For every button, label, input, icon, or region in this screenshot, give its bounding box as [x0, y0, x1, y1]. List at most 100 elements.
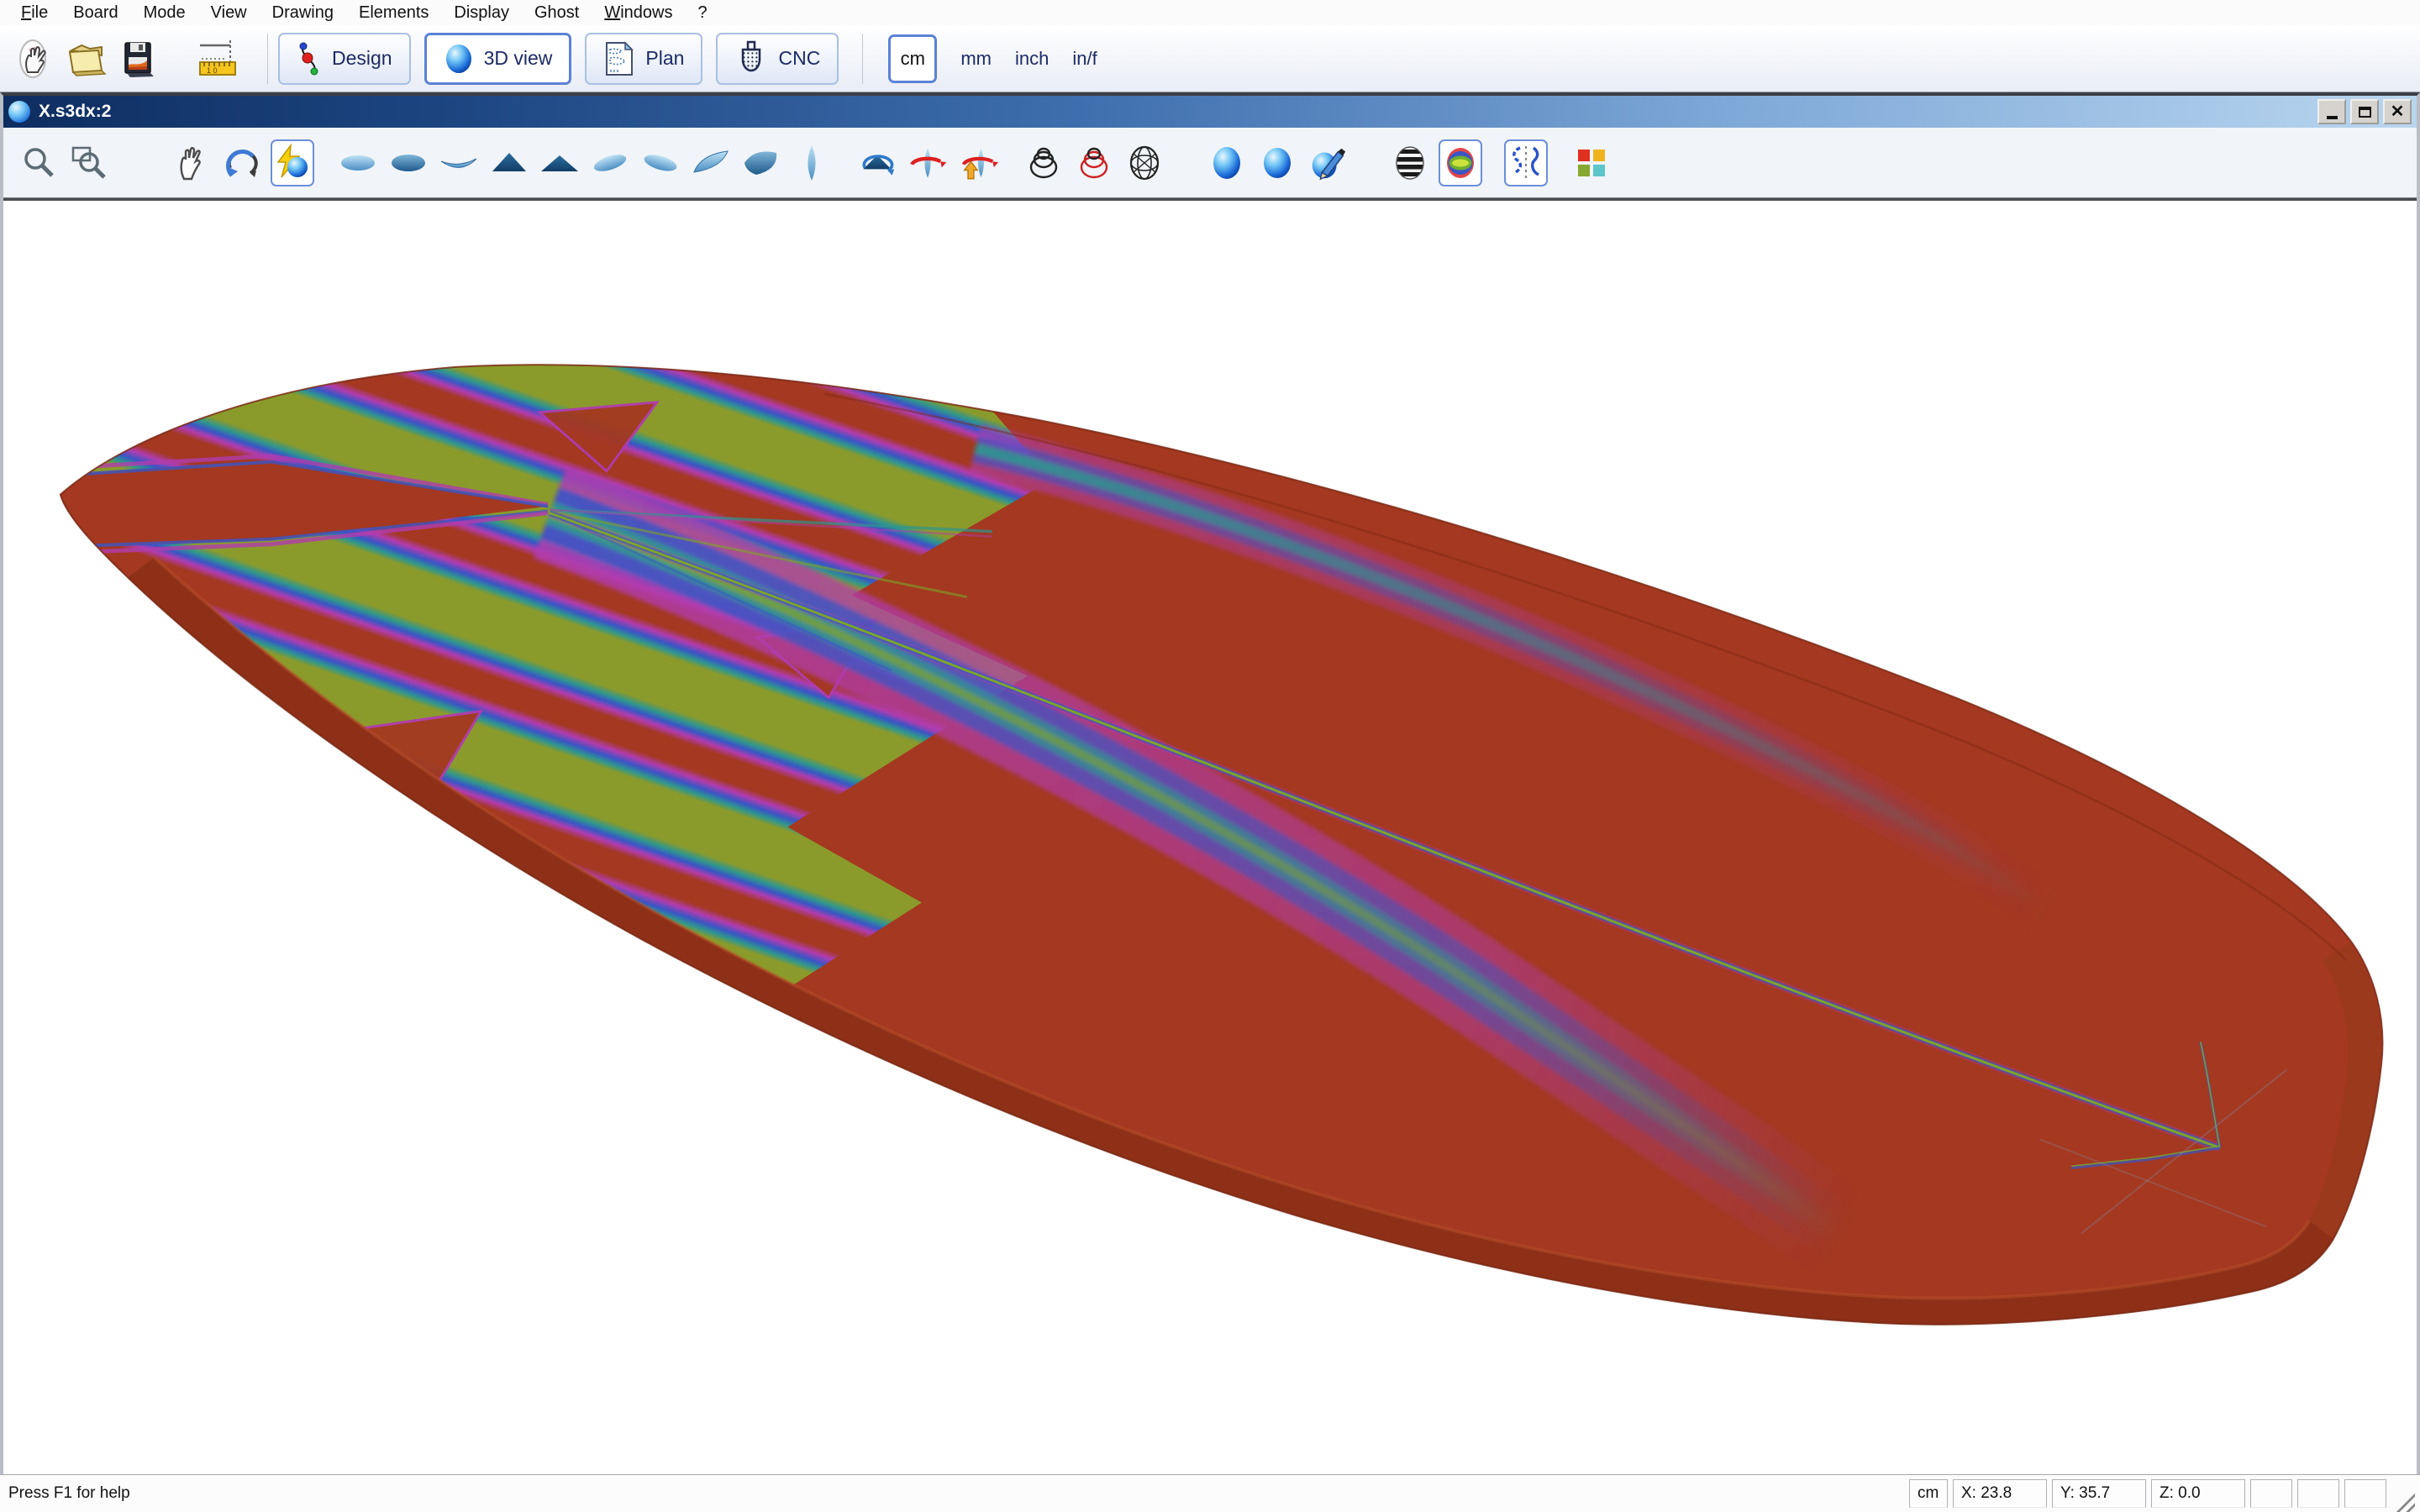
minimize-icon — [2327, 116, 2338, 119]
viewport-3d[interactable] — [3, 198, 2417, 1474]
status-x-coordinate: X: 23.8 — [1953, 1479, 2047, 1508]
status-y-coordinate: Y: 35.7 — [2052, 1479, 2146, 1508]
side-view[interactable] — [437, 139, 481, 186]
status-unit: cm — [1909, 1479, 1948, 1508]
status-pane-empty — [2297, 1479, 2339, 1508]
side-view-icon — [439, 144, 479, 181]
rotate-push-tool[interactable] — [956, 139, 1000, 186]
status-y-value: Y: 35.7 — [2060, 1484, 2110, 1503]
maximize-icon — [2359, 107, 2371, 118]
application-window: File Board Mode View Drawing Elements Di… — [0, 0, 2420, 1512]
back-view[interactable] — [538, 139, 581, 186]
menu-elements[interactable]: Elements — [346, 3, 441, 23]
tilt-top-view[interactable] — [588, 139, 632, 186]
render-solid-mode[interactable] — [1255, 139, 1299, 186]
save-button[interactable] — [113, 32, 165, 86]
plan-sheet-icon — [603, 39, 635, 78]
back-view-icon — [539, 144, 580, 181]
plan-mode-button[interactable]: Plan — [585, 33, 702, 85]
bottom-view-icon — [388, 144, 429, 181]
document-icon — [8, 101, 30, 123]
dimensions-button[interactable]: 1 0 — [193, 32, 245, 86]
perspective-b-icon — [741, 144, 781, 181]
status-bar: Press F1 for help cm X: 23.8 Y: 35.7 Z: … — [0, 1474, 2420, 1512]
svg-text:1 0: 1 0 — [207, 66, 218, 75]
design-mode-button[interactable]: Design — [278, 33, 411, 85]
zebra-stripes-mode[interactable] — [1388, 139, 1432, 186]
wireframe-contours-icon — [1075, 143, 1113, 183]
zoom-window-icon — [69, 144, 109, 182]
main-toolbar: 1 0 Design 3D view — [0, 25, 2420, 92]
menu-windows[interactable]: Windows — [592, 3, 685, 23]
status-pane-empty — [2250, 1479, 2292, 1508]
flow-lines-mode[interactable] — [1504, 139, 1548, 186]
top-view[interactable] — [336, 139, 380, 186]
unit-inf[interactable]: in/f — [1072, 48, 1097, 70]
render-smooth-mode[interactable] — [1205, 139, 1249, 186]
unit-selector: cm mm inch in/f — [888, 34, 1097, 83]
resize-grip[interactable] — [2393, 1490, 2415, 1512]
cnc-mode-button[interactable]: CNC — [716, 33, 839, 85]
lighting-tool[interactable] — [271, 139, 314, 186]
menu-file[interactable]: File — [8, 3, 60, 23]
top-view-icon — [338, 144, 378, 181]
document-window: X.s3dx:2 ✕ — [0, 92, 2420, 1474]
render-smooth-icon — [1207, 143, 1246, 183]
maximize-button[interactable] — [2350, 99, 2379, 124]
paint-texture-mode[interactable] — [1306, 139, 1349, 186]
view3d-mode-button[interactable]: 3D view — [424, 33, 572, 85]
tilt-bottom-view[interactable] — [639, 139, 682, 186]
document-titlebar[interactable]: X.s3dx:2 ✕ — [3, 96, 2417, 128]
wireframe-icon — [1024, 143, 1063, 183]
lighting-icon — [272, 143, 313, 183]
menu-display[interactable]: Display — [441, 3, 522, 23]
new-board-button[interactable] — [8, 32, 60, 86]
status-z-coordinate: Z: 0.0 — [2151, 1479, 2245, 1508]
status-help-text: Press F1 for help — [8, 1484, 130, 1503]
curvature-map-mode[interactable] — [1439, 139, 1482, 186]
menu-board[interactable]: Board — [60, 3, 130, 23]
pan-tool[interactable] — [170, 139, 213, 186]
zebra-stripes-icon — [1391, 143, 1429, 183]
orbit-tool[interactable] — [220, 139, 264, 186]
menu-mode[interactable]: Mode — [131, 3, 198, 23]
status-z-value: Z: 0.0 — [2160, 1484, 2201, 1503]
new-board-icon — [14, 37, 55, 81]
front-view[interactable] — [487, 139, 531, 186]
surfboard-render — [3, 201, 2417, 1474]
front-view-icon — [489, 144, 529, 181]
menu-drawing[interactable]: Drawing — [260, 3, 346, 23]
menu-help[interactable]: ? — [685, 3, 719, 23]
save-icon — [118, 39, 159, 79]
perspective-a-view[interactable] — [689, 139, 733, 186]
unit-inch[interactable]: inch — [1015, 48, 1049, 70]
outline-view[interactable] — [790, 139, 834, 186]
view3d-mode-label: 3D view — [484, 47, 553, 70]
auto-rotate-tool[interactable] — [855, 139, 899, 186]
close-button[interactable]: ✕ — [2383, 99, 2412, 124]
rotate-yaw-icon — [908, 143, 948, 183]
paint-texture-icon — [1307, 143, 1348, 183]
render-solid-icon — [1258, 143, 1297, 183]
curvature-map-icon — [1441, 143, 1480, 183]
open-button[interactable] — [60, 32, 113, 86]
zoom-tool[interactable] — [17, 139, 60, 186]
bottom-view[interactable] — [387, 139, 430, 186]
orbit-rotate-icon — [222, 143, 262, 183]
menu-ghost[interactable]: Ghost — [522, 3, 592, 23]
minimize-button[interactable] — [2317, 99, 2346, 124]
toolbar-separator — [862, 34, 863, 84]
wireframe-contours-mode[interactable] — [1072, 139, 1116, 186]
rotate-yaw-tool[interactable] — [906, 139, 950, 186]
zoom-window-tool[interactable] — [67, 139, 111, 186]
unit-mm[interactable]: mm — [960, 48, 992, 70]
color-settings[interactable] — [1570, 139, 1613, 186]
mesh-mode[interactable] — [1123, 139, 1166, 186]
close-icon: ✕ — [2391, 103, 2405, 120]
wireframe-mode[interactable] — [1022, 139, 1065, 186]
cnc-mode-label: CNC — [778, 47, 820, 70]
unit-cm[interactable]: cm — [888, 34, 937, 83]
open-folder-icon — [65, 39, 108, 79]
perspective-b-view[interactable] — [739, 139, 783, 186]
menu-view[interactable]: View — [198, 3, 260, 23]
